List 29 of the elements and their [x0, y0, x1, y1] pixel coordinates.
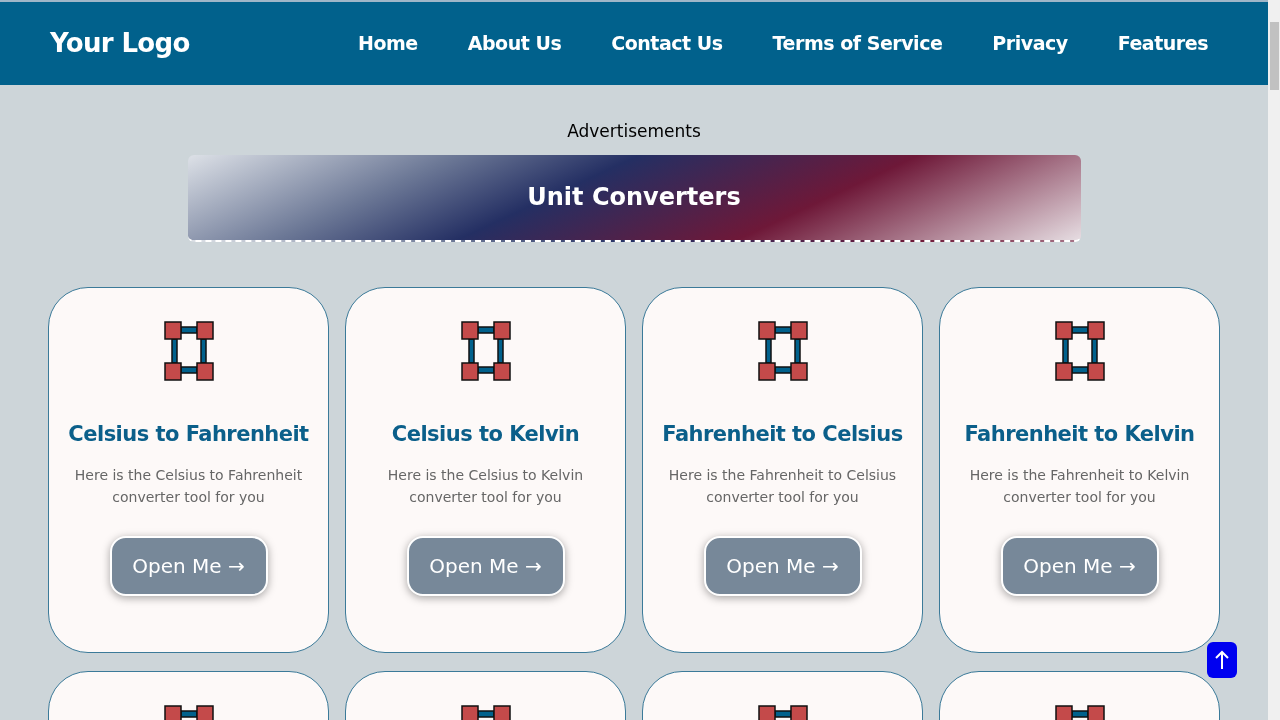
- open-button[interactable]: Open Me →: [703, 536, 862, 596]
- card-title: Celsius to Kelvin: [391, 420, 580, 448]
- card-description: Here is the Fahrenheit to Kelvin converter tool for you: [968, 466, 1191, 507]
- banner-title: Unit Converters: [527, 182, 741, 213]
- card-description: Here is the Celsius to Fahrenheit converter tool for you: [73, 466, 304, 507]
- network-nodes-icon: [757, 320, 808, 381]
- card-description: Here is the Fahrenheit to Celsius converter tool for you: [667, 466, 898, 507]
- open-button[interactable]: Open Me →: [406, 536, 565, 596]
- network-nodes-icon: [1054, 320, 1105, 381]
- nav-link[interactable]: Terms of Service: [772, 29, 943, 58]
- scrollbar-thumb[interactable]: [1269, 22, 1279, 90]
- card-title: Fahrenheit to Kelvin: [964, 420, 1195, 448]
- card-title: Celsius to Fahrenheit: [68, 420, 309, 448]
- card-title: Fahrenheit to Celsius: [662, 420, 903, 448]
- back-to-top-button[interactable]: [1207, 642, 1237, 678]
- nav-link[interactable]: About Us: [467, 29, 562, 58]
- card-description: Here is the Celsius to Kelvin converter tool for you: [386, 466, 585, 507]
- open-button[interactable]: Open Me →: [109, 536, 268, 596]
- arrow-up-icon: [1214, 650, 1230, 670]
- network-nodes-icon: [163, 320, 214, 381]
- nav-link[interactable]: Features: [1117, 29, 1208, 58]
- nav-link[interactable]: Contact Us: [611, 29, 723, 58]
- nav-link[interactable]: Privacy: [992, 29, 1068, 58]
- nav-link[interactable]: Home: [357, 29, 418, 58]
- network-nodes-icon: [460, 320, 511, 381]
- ad-label: Advertisements: [567, 120, 701, 143]
- logo-text[interactable]: Your Logo: [50, 24, 190, 63]
- open-button[interactable]: Open Me →: [1000, 536, 1159, 596]
- scrollbar[interactable]: [1268, 0, 1280, 720]
